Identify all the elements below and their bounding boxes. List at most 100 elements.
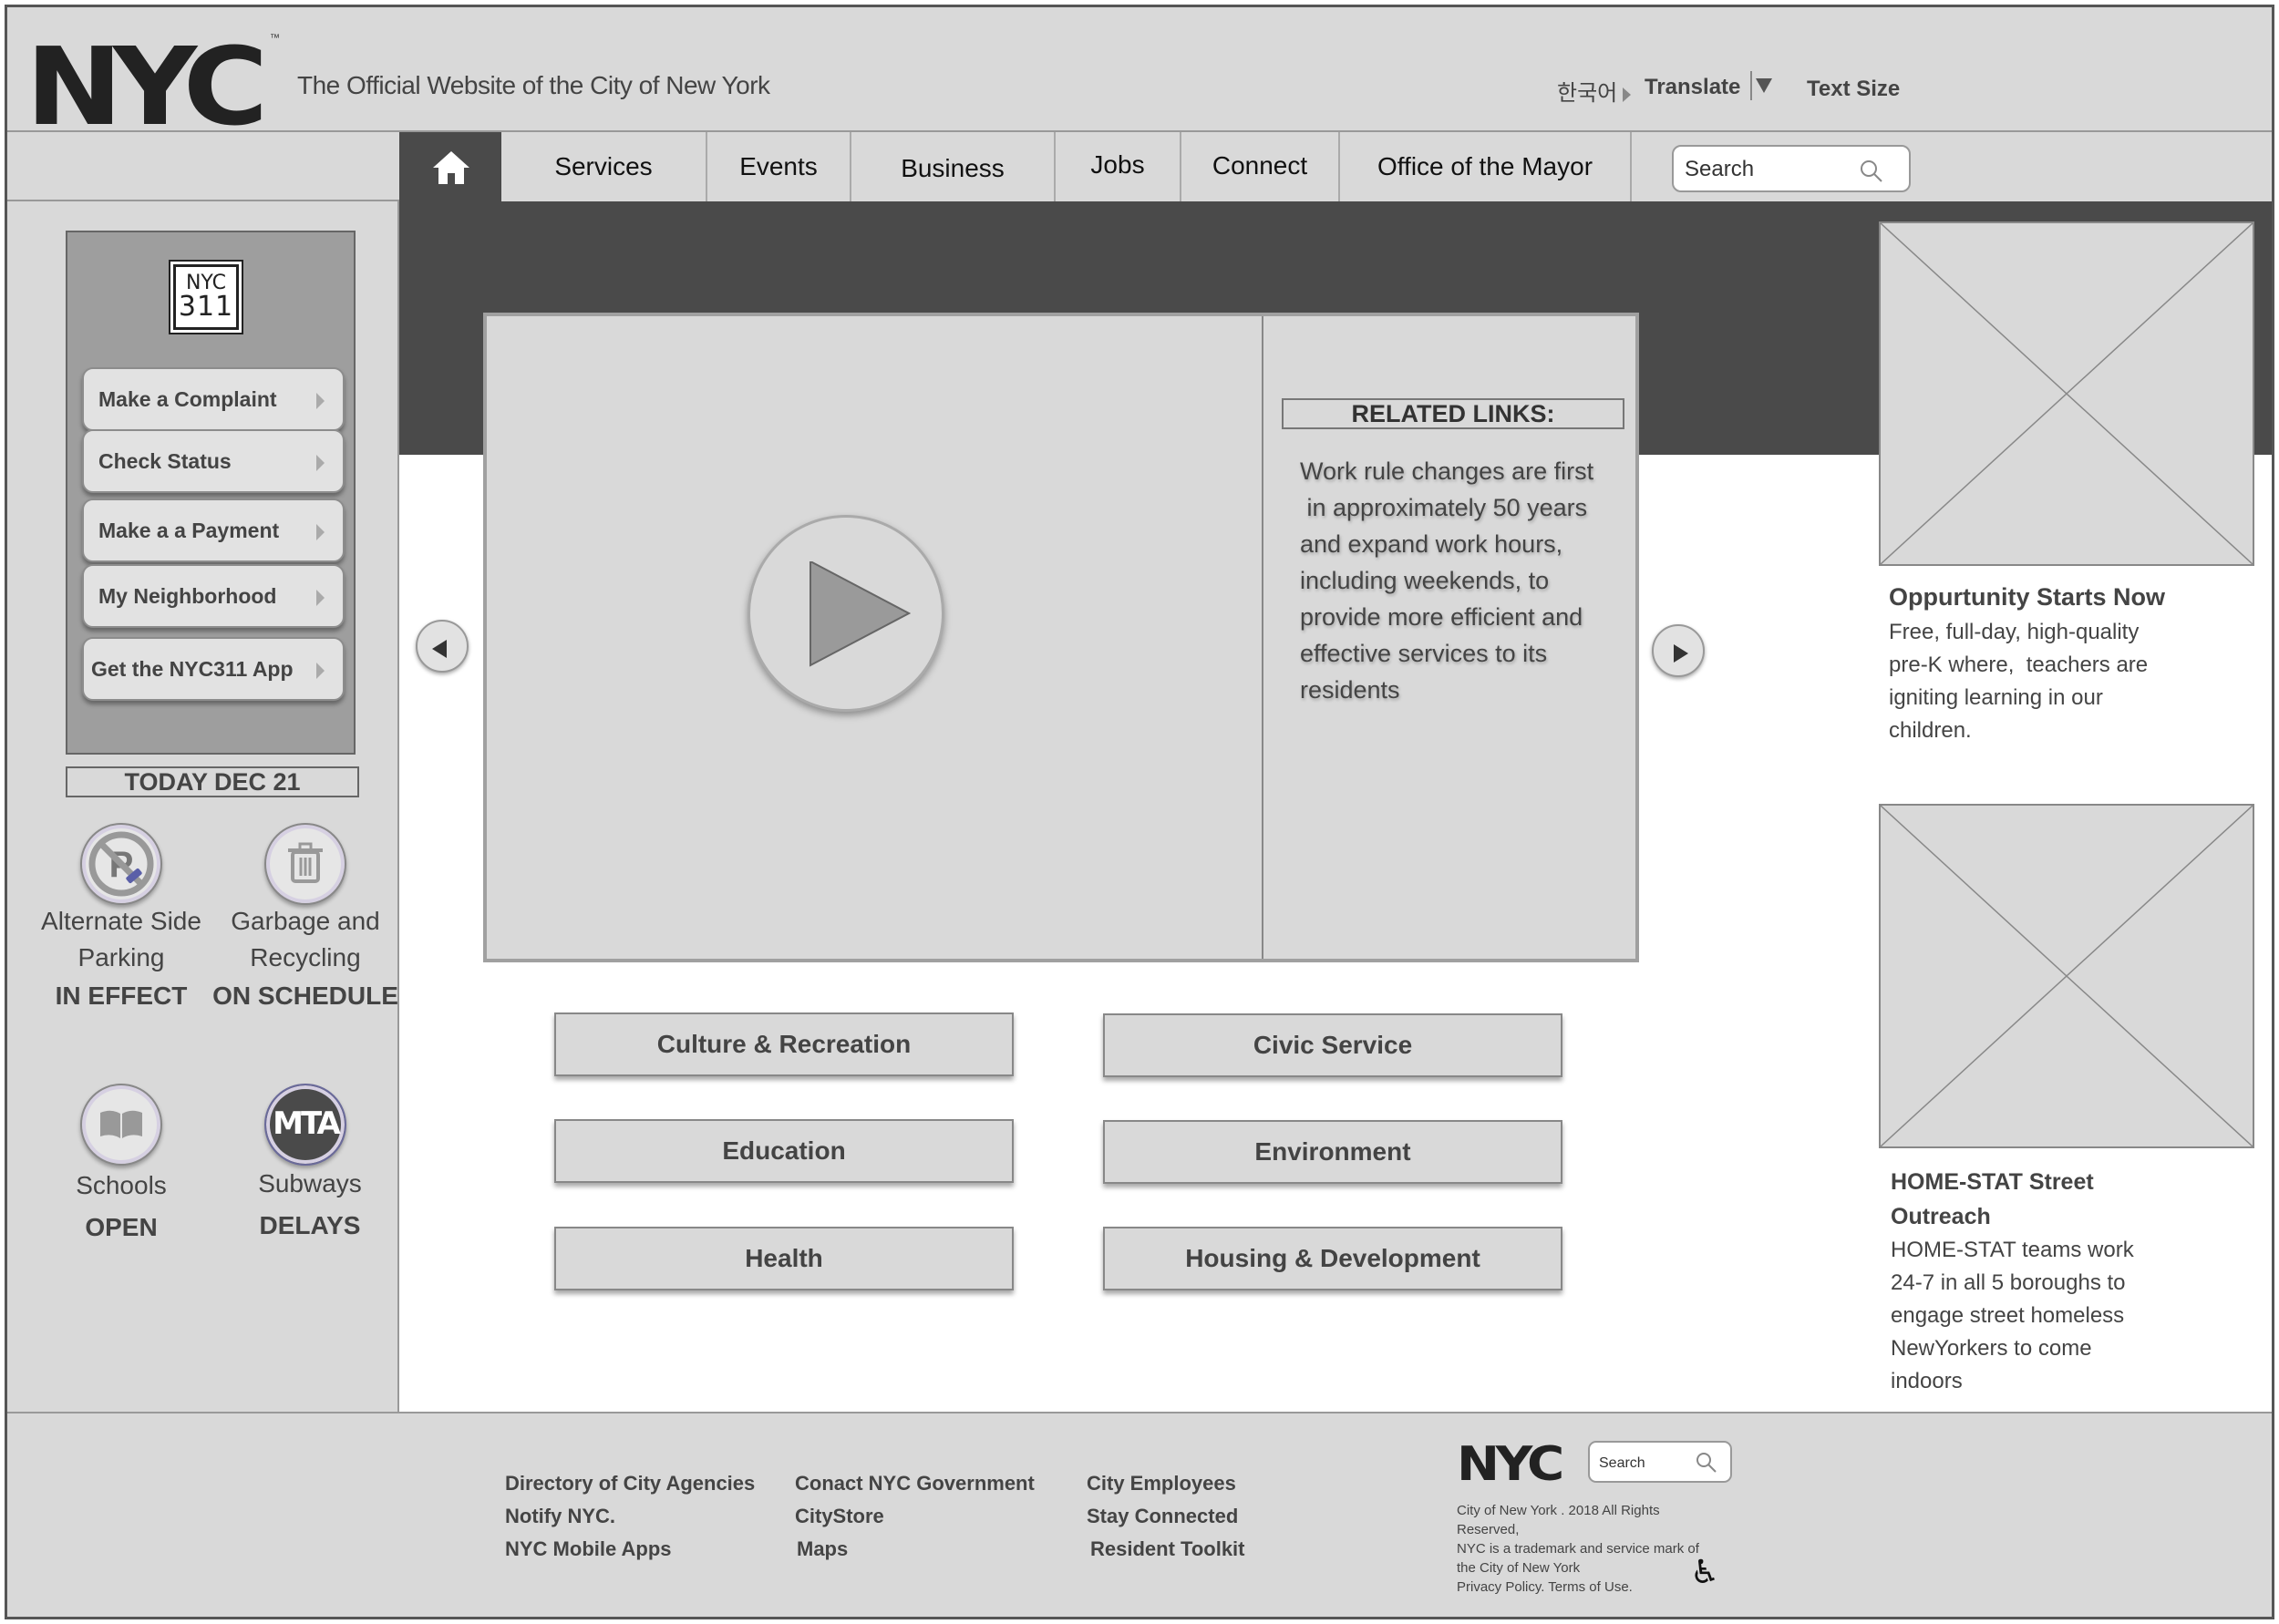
home-button[interactable] xyxy=(399,132,501,201)
parking-status: IN EFFECT xyxy=(55,982,188,1010)
nav-jobs[interactable]: Jobs xyxy=(1056,132,1181,201)
search-input[interactable] xyxy=(1685,156,1867,183)
search-box xyxy=(1672,145,1911,192)
card-line: engage street homeless xyxy=(1891,1303,2125,1328)
label-line: Garbage and xyxy=(231,907,380,935)
card-line: igniting learning in our xyxy=(1889,685,2103,710)
related-links-text[interactable]: Work rule changes are first in approxima… xyxy=(1300,453,1619,708)
button-label: My Neighborhood xyxy=(98,583,277,608)
language-link[interactable]: 한국어 xyxy=(1557,75,1636,107)
site-footer: Directory of City Agencies Notify NYC. N… xyxy=(7,1412,2272,1617)
caret-right-icon xyxy=(1623,87,1632,102)
label-line: Parking xyxy=(77,943,165,971)
nyc-logo[interactable]: NYC xyxy=(26,33,268,140)
footer-nyc-logo[interactable]: NYC xyxy=(1457,1441,1564,1488)
arrow-right-icon xyxy=(1674,644,1688,663)
text-size-link[interactable]: Text Size xyxy=(1807,77,1900,102)
nav-business[interactable]: Business xyxy=(851,132,1056,201)
card-line: Free, full-day, high-quality xyxy=(1889,620,2140,644)
card-title-line: Oppurtunity Starts Now xyxy=(1889,583,2165,611)
site-header: NYC ™ The Official Website of the City o… xyxy=(7,7,2272,140)
search-icon[interactable] xyxy=(1860,159,1883,183)
copyright-line: City of New York . 2018 All Rights xyxy=(1457,1503,1660,1518)
make-complaint-button[interactable]: Make a Complaint xyxy=(82,367,345,431)
translate-divider xyxy=(1750,71,1752,100)
footer-link[interactable]: Resident Toolkit xyxy=(1090,1537,1245,1561)
footer-link[interactable]: City Employees xyxy=(1087,1472,1236,1496)
nav-connect[interactable]: Connect xyxy=(1181,132,1340,201)
get-nyc311-app-button[interactable]: Get the NYC311 App xyxy=(82,637,345,701)
arrow-left-icon xyxy=(432,640,447,658)
footer-link[interactable]: NYC Mobile Apps xyxy=(505,1537,672,1561)
card-title[interactable]: Oppurtunity Starts Now xyxy=(1889,580,2165,614)
category-education[interactable]: Education xyxy=(554,1119,1014,1183)
trash-icon[interactable] xyxy=(264,823,346,905)
site-tagline: The Official Website of the City of New … xyxy=(297,71,770,99)
my-neighborhood-button[interactable]: My Neighborhood xyxy=(82,564,345,628)
mta-icon[interactable]: MTA xyxy=(264,1084,346,1166)
button-label: Make a Complaint xyxy=(98,386,277,411)
related-line: residents xyxy=(1300,676,1400,704)
check-status-button[interactable]: Check Status xyxy=(82,429,345,493)
footer-link[interactable]: Conact NYC Government xyxy=(795,1472,1035,1496)
card-title[interactable]: HOME-STAT Street Outreach xyxy=(1891,1165,2094,1234)
caret-down-icon[interactable] xyxy=(1756,78,1772,93)
button-label: Get the NYC311 App xyxy=(91,656,294,681)
related-line: including weekends, to xyxy=(1300,567,1550,594)
nav-office-of-the-mayor[interactable]: Office of the Mayor xyxy=(1340,132,1632,201)
left-sidebar: NYC 311 Make a Complaint Check Status Ma… xyxy=(7,201,399,1413)
label-line: Recycling xyxy=(250,943,361,971)
nyc311-panel: NYC 311 Make a Complaint Check Status Ma… xyxy=(66,231,356,755)
category-health[interactable]: Health xyxy=(554,1227,1014,1290)
video-divider xyxy=(1262,316,1263,959)
image-placeholder[interactable] xyxy=(1879,221,2254,566)
privacy-terms-link[interactable]: Privacy Policy. Terms of Use. xyxy=(1457,1578,1721,1597)
page-frame: NYC ™ The Official Website of the City o… xyxy=(5,5,2274,1619)
home-icon xyxy=(433,151,469,184)
garbage-recycling-label: Garbage and Recycling xyxy=(214,903,397,976)
copyright-line: NYC is a trademark and service mark of xyxy=(1457,1541,1699,1557)
card-text: Free, full-day, high-quality pre-K where… xyxy=(1889,616,2148,747)
wheelchair-icon[interactable]: ♿ xyxy=(1690,1556,1719,1588)
related-links-heading: RELATED LINKS: xyxy=(1282,398,1624,429)
category-environment[interactable]: Environment xyxy=(1103,1120,1562,1184)
nav-events[interactable]: Events xyxy=(707,132,851,201)
footer-link[interactable]: Maps xyxy=(797,1537,848,1561)
subways-label: Subways xyxy=(258,1169,362,1197)
footer-copyright: City of New York . 2018 All Rights Reser… xyxy=(1457,1501,1721,1597)
category-culture-recreation[interactable]: Culture & Recreation xyxy=(554,1012,1014,1076)
related-line: effective services to its xyxy=(1300,640,1548,667)
main-nav: Services Events Business Jobs Connect Of… xyxy=(399,132,2272,201)
related-line: in approximately 50 years xyxy=(1300,494,1588,521)
footer-link[interactable]: Stay Connected xyxy=(1087,1505,1238,1528)
card-line: NewYorkers to come xyxy=(1891,1336,2092,1361)
footer-link[interactable]: CityStore xyxy=(795,1505,884,1528)
book-icon[interactable] xyxy=(80,1084,162,1166)
chevron-right-icon xyxy=(316,455,325,471)
search-icon[interactable] xyxy=(1696,1452,1717,1474)
nav-services[interactable]: Services xyxy=(501,132,707,201)
carousel-next-button[interactable] xyxy=(1652,624,1705,677)
chevron-right-icon xyxy=(316,590,325,606)
carousel-prev-button[interactable] xyxy=(416,620,469,673)
nyc311-logo-line2: 311 xyxy=(178,291,234,323)
category-housing-development[interactable]: Housing & Development xyxy=(1103,1227,1562,1290)
footer-link[interactable]: Notify NYC. xyxy=(505,1505,615,1528)
nyc311-logo[interactable]: NYC 311 xyxy=(173,264,239,330)
language-label: 한국어 xyxy=(1557,81,1618,106)
card-title-line: Outreach xyxy=(1891,1204,1991,1229)
subways-status: DELAYS xyxy=(259,1211,361,1239)
no-parking-icon[interactable]: P xyxy=(80,823,162,905)
related-line: Work rule changes are first xyxy=(1300,457,1594,485)
footer-search-input[interactable] xyxy=(1599,1454,1690,1474)
schools-label: Schools xyxy=(76,1171,167,1199)
chevron-right-icon xyxy=(316,524,325,540)
chevron-right-icon xyxy=(316,663,325,679)
category-civic-service[interactable]: Civic Service xyxy=(1103,1013,1562,1077)
image-placeholder[interactable] xyxy=(1879,804,2254,1148)
copyright-line: the City of New York xyxy=(1457,1560,1581,1576)
play-button[interactable] xyxy=(748,515,944,712)
make-payment-button[interactable]: Make a a Payment xyxy=(82,499,345,562)
translate-link[interactable]: Translate xyxy=(1645,75,1740,100)
footer-link[interactable]: Directory of City Agencies xyxy=(505,1472,755,1496)
